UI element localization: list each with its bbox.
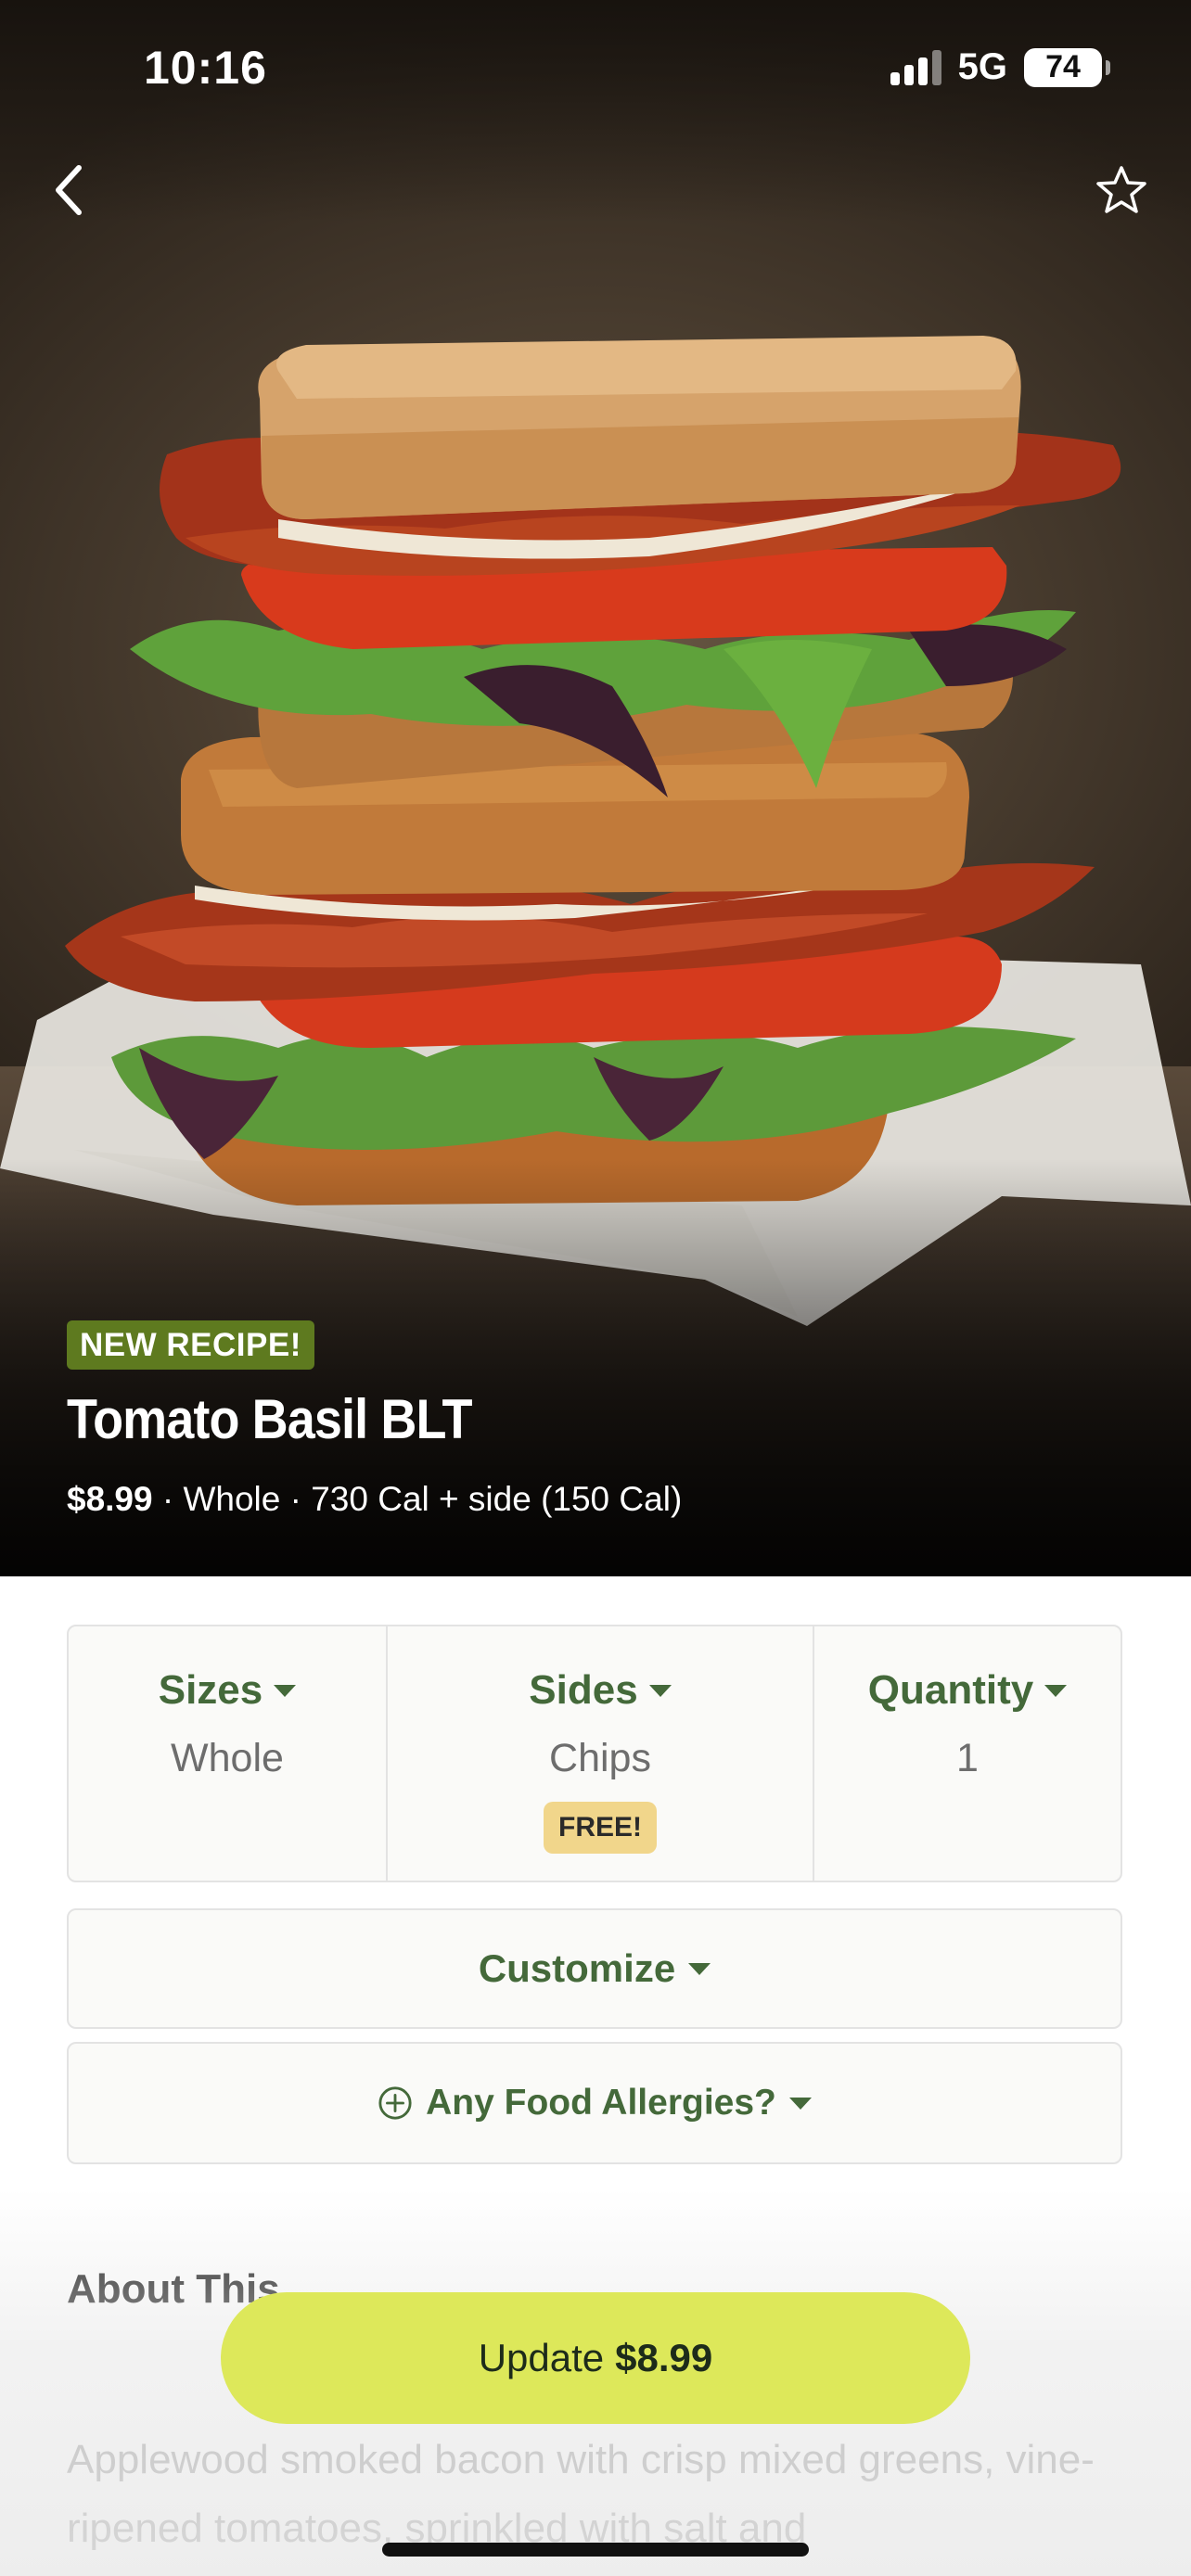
- battery-level: 74: [1045, 49, 1081, 84]
- hero-image-area: 10:16 5G 74 NEW RECIPE! Tomato Basil BLT…: [0, 0, 1191, 1576]
- update-order-button[interactable]: Update $8.99: [221, 2292, 970, 2424]
- signal-icon: [890, 49, 941, 85]
- quantity-label: Quantity: [867, 1667, 1034, 1713]
- sides-label: Sides: [529, 1667, 638, 1713]
- plus-circle-icon: [378, 2086, 412, 2120]
- sizes-value: Whole: [171, 1736, 284, 1780]
- network-type: 5G: [957, 46, 1007, 87]
- options-panel: Sizes Whole Sides Chips FREE! Quantity 1: [67, 1625, 1122, 1882]
- battery-icon: 74: [1024, 47, 1110, 87]
- sides-value: Chips: [549, 1736, 651, 1780]
- item-title: Tomato Basil BLT: [67, 1388, 473, 1450]
- update-price: $8.99: [615, 2336, 713, 2379]
- update-label: Update: [478, 2336, 605, 2379]
- sizes-selector[interactable]: Sizes Whole: [69, 1626, 386, 1881]
- sizes-label: Sizes: [158, 1667, 263, 1713]
- customize-label: Customize: [478, 1946, 676, 1990]
- customize-button[interactable]: Customize: [67, 1908, 1122, 2029]
- caret-down-icon: [648, 1684, 672, 1697]
- favorite-button[interactable]: [1089, 158, 1154, 223]
- caret-down-icon: [1044, 1684, 1068, 1697]
- item-meta: $8.99 · Whole · 730 Cal + side (150 Cal): [67, 1480, 682, 1519]
- allergies-label: Any Food Allergies?: [426, 2083, 776, 2123]
- sides-label-row: Sides: [529, 1667, 672, 1714]
- home-indicator: [382, 2543, 809, 2557]
- sizes-label-row: Sizes: [159, 1667, 297, 1714]
- quantity-label-row: Quantity: [867, 1667, 1068, 1714]
- sides-selector[interactable]: Sides Chips FREE!: [386, 1626, 813, 1881]
- chevron-left-icon: [56, 165, 82, 215]
- quantity-selector[interactable]: Quantity 1: [813, 1626, 1121, 1881]
- caret-down-icon: [788, 2097, 812, 2110]
- back-button[interactable]: [35, 158, 100, 223]
- caret-down-icon: [688, 1962, 711, 1975]
- star-outline-icon: [1096, 166, 1146, 213]
- item-price: $8.99: [67, 1480, 153, 1518]
- status-indicators: 5G 74: [890, 46, 1110, 88]
- free-badge: FREE!: [544, 1802, 657, 1854]
- top-gradient: [0, 0, 1191, 223]
- item-details: · Whole · 730 Cal + side (150 Cal): [161, 1480, 683, 1518]
- status-time: 10:16: [144, 42, 267, 94]
- food-allergies-button[interactable]: Any Food Allergies?: [67, 2042, 1122, 2164]
- new-recipe-badge: NEW RECIPE!: [67, 1320, 314, 1370]
- quantity-value: 1: [956, 1736, 979, 1780]
- caret-down-icon: [274, 1684, 297, 1697]
